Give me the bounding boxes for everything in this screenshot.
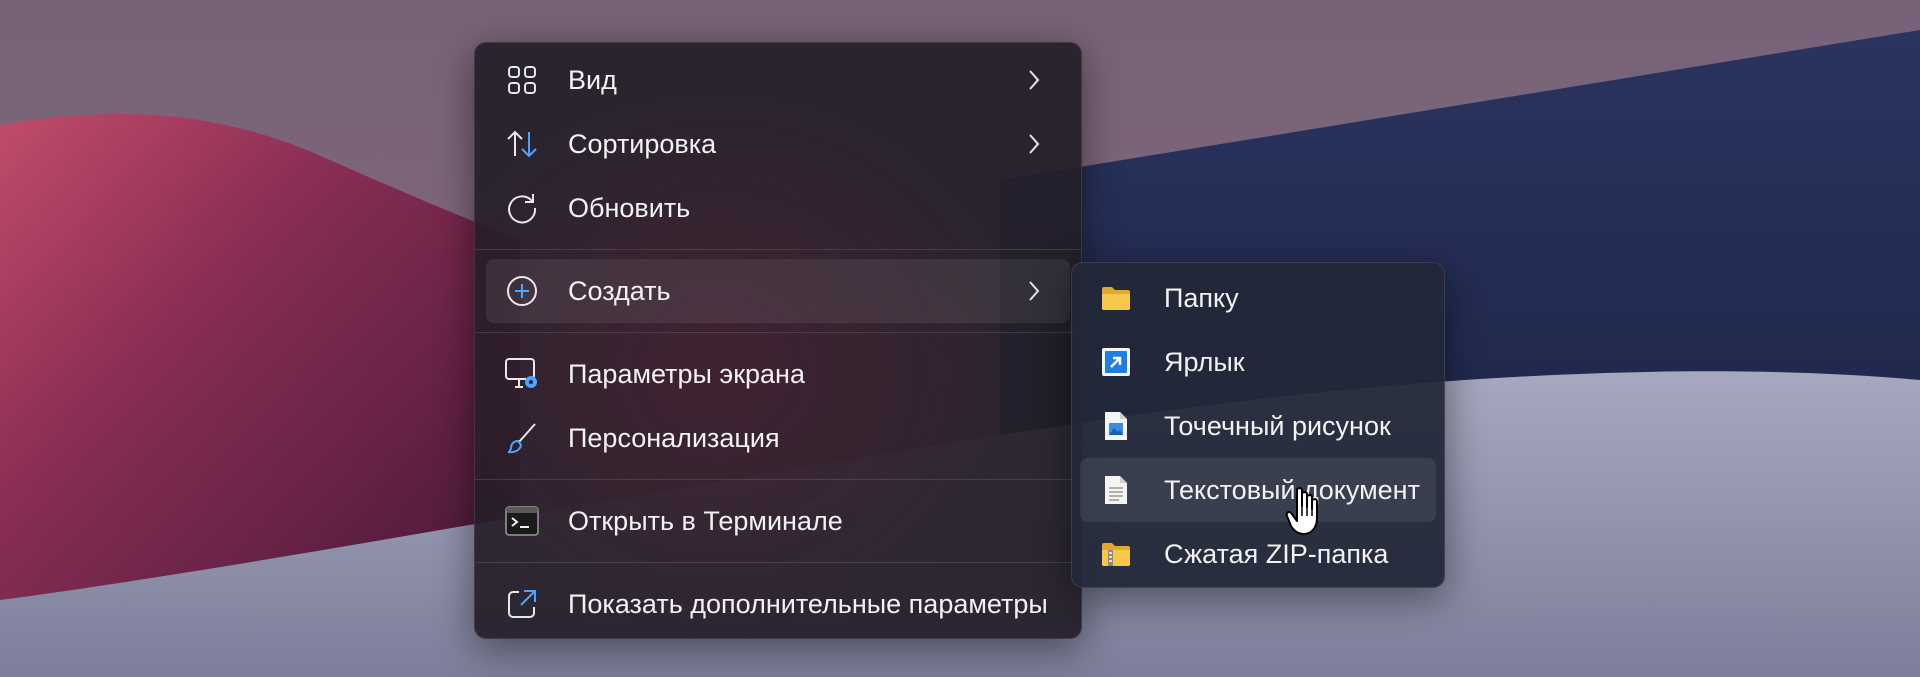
submenu-item-label: Папку [1164,282,1239,313]
menu-item-show-more-options[interactable]: Показать дополнительные параметры [486,572,1070,636]
create-submenu: Папку Ярлык Точечный рисунок Текстовый д… [1071,262,1445,588]
menu-item-create[interactable]: Создать [486,259,1070,323]
text-document-icon [1096,470,1136,510]
bitmap-image-icon [1096,406,1136,446]
menu-item-label: Параметры экрана [568,358,805,389]
paintbrush-icon [502,418,542,458]
submenu-item-label: Точечный рисунок [1164,410,1391,441]
submenu-item-shortcut[interactable]: Ярлык [1080,330,1436,394]
zip-folder-icon [1096,534,1136,574]
menu-item-personalize[interactable]: Персонализация [486,406,1070,470]
submenu-item-text-document[interactable]: Текстовый документ [1080,458,1436,522]
refresh-icon [502,188,542,228]
menu-separator [475,562,1081,563]
expand-external-icon [502,584,542,624]
chevron-right-icon [1022,279,1046,303]
grid-view-icon [502,60,542,100]
folder-icon [1096,278,1136,318]
menu-separator [475,479,1081,480]
menu-item-view[interactable]: Вид [486,48,1070,112]
menu-item-label: Создать [568,275,671,306]
shortcut-icon [1096,342,1136,382]
menu-item-label: Обновить [568,192,691,223]
submenu-item-label: Ярлык [1164,346,1245,377]
menu-item-display-settings[interactable]: Параметры экрана [486,342,1070,406]
submenu-item-folder[interactable]: Папку [1080,266,1436,330]
menu-item-sort[interactable]: Сортировка [486,112,1070,176]
plus-circle-icon [502,271,542,311]
submenu-item-zip-folder[interactable]: Сжатая ZIP-папка [1080,522,1436,586]
chevron-right-icon [1022,132,1046,156]
menu-item-label: Открыть в Терминале [568,505,843,536]
submenu-item-label: Сжатая ZIP-папка [1164,538,1389,569]
chevron-right-icon [1022,68,1046,92]
menu-separator [475,332,1081,333]
menu-item-label: Показать дополнительные параметры [568,588,1048,619]
menu-item-label: Персонализация [568,422,780,453]
display-settings-icon [502,354,542,394]
desktop-context-menu: Вид Сортировка Обновить Создать Параметр… [474,42,1082,639]
submenu-item-bitmap[interactable]: Точечный рисунок [1080,394,1436,458]
sort-arrows-icon [502,124,542,164]
hand-pointer-icon [1285,487,1318,535]
menu-item-label: Сортировка [568,128,717,159]
menu-item-label: Вид [568,64,617,95]
terminal-icon [502,501,542,541]
menu-item-refresh[interactable]: Обновить [486,176,1070,240]
menu-item-open-terminal[interactable]: Открыть в Терминале [486,489,1070,553]
menu-separator [475,249,1081,250]
